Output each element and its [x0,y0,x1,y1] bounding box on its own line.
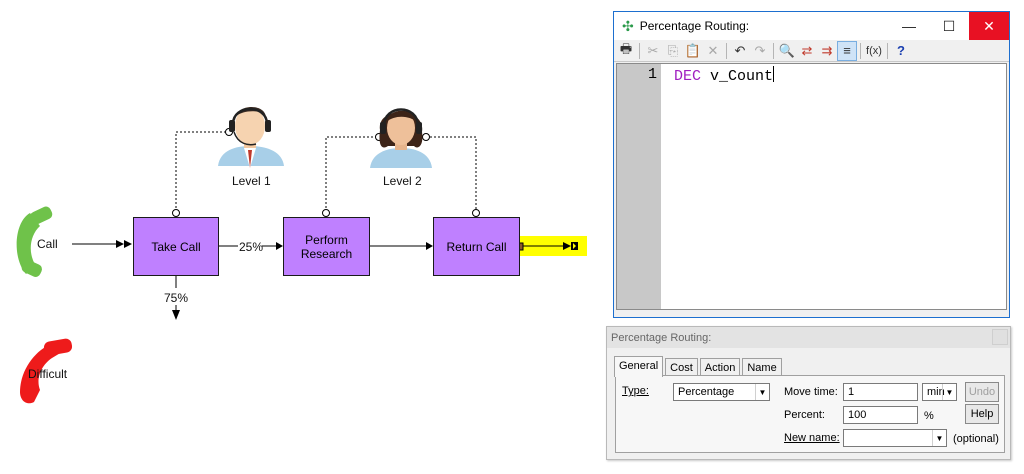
logic-editor-window: ✣ Percentage Routing: — ☐ ✕ 🖶 ✂ ⎘ 📋 ✕ ↶ … [613,11,1010,318]
type-label: Type: [622,385,649,397]
code-text: v_Count [701,68,774,85]
code-line[interactable]: DEC v_Count [674,66,775,85]
goto-icon[interactable]: ⇉ [817,41,837,61]
activity-label: Return Call [446,239,507,254]
minimize-button[interactable]: — [889,12,929,40]
editor-toolbar: 🖶 ✂ ⎘ 📋 ✕ ↶ ↷ 🔍 ⇄ ⇉ ≡ f(x) ? [614,40,1009,62]
redo-icon[interactable]: ↷ [750,41,770,61]
help-icon[interactable]: ? [891,41,911,61]
call-label: Call [37,237,58,251]
editor-titlebar[interactable]: ✣ Percentage Routing: — ☐ ✕ [614,12,1009,40]
activity-label: Perform [305,232,348,247]
undo-button[interactable]: Undo [965,382,999,402]
help-button[interactable]: Help [965,404,999,424]
print-icon[interactable]: 🖶 [616,41,636,61]
maximize-button[interactable]: ☐ [929,12,969,40]
panel-titlebar[interactable]: Percentage Routing: [607,327,1010,348]
replace-icon[interactable]: ⇄ [797,41,817,61]
panel-title: Percentage Routing: [611,331,712,344]
type-select[interactable]: Percentage ▼ [673,383,770,401]
general-tab-pane: Type: Percentage ▼ Move time: 1 min ▼ Un… [615,375,1005,453]
cut-icon[interactable]: ✂ [643,41,663,61]
code-keyword: DEC [674,68,702,85]
tab-bar: General Cost Action Name [614,356,784,377]
code-editor[interactable]: 1 DEC v_Count [616,63,1007,310]
activity-return-call[interactable]: Return Call [433,217,520,276]
arrow-head [116,240,124,248]
text-caret [773,66,775,82]
chevron-down-icon: ▼ [932,430,946,446]
function-icon[interactable]: f(x) [864,41,884,61]
logic-app-icon: ✣ [622,17,634,34]
activity-take-call[interactable]: Take Call [133,217,219,276]
chevron-down-icon: ▼ [755,384,769,400]
level1-label: Level 1 [232,174,271,188]
copy-icon[interactable]: ⎘ [663,41,683,61]
delete-icon[interactable]: ✕ [703,41,723,61]
paste-icon[interactable]: 📋 [683,41,703,61]
level2-label: Level 2 [383,174,422,188]
type-value: Percentage [678,386,735,398]
undo-icon[interactable]: ↶ [730,41,750,61]
tab-general[interactable]: General [614,356,664,377]
tab-action[interactable]: Action [699,358,741,376]
panel-close-button[interactable] [992,329,1008,345]
activity-label: Research [300,246,353,261]
routing-properties-panel: Percentage Routing: General Cost Action … [606,326,1011,460]
percent-input[interactable]: 100 [843,406,918,424]
new-name-label: New name: [784,432,840,444]
time-unit-select[interactable]: min ▼ [922,383,957,401]
line-gutter: 1 [617,64,661,309]
difficult-label: Difficult [28,367,68,381]
optional-label: (optional) [953,433,999,445]
format-icon[interactable]: ≡ [837,40,857,61]
route-percent-label[interactable]: 25% [239,240,263,254]
percent-label: Percent: [784,409,825,421]
line-number: 1 [647,66,657,83]
level1-agent-icon[interactable] [218,106,284,168]
move-time-input[interactable]: 1 [843,383,918,401]
percent-sign: % [924,410,934,422]
tab-name[interactable]: Name [742,358,782,376]
route-percent-label[interactable]: 75% [164,291,188,305]
new-name-select[interactable]: ▼ [843,429,947,447]
activity-perform-research[interactable]: Perform Research [283,217,370,276]
tab-cost[interactable]: Cost [665,358,698,376]
editor-title: Percentage Routing: [639,19,750,33]
move-time-label: Move time: [784,386,838,398]
chevron-down-icon: ▼ [942,384,956,400]
find-icon[interactable]: 🔍 [777,41,797,61]
activity-label: Take Call [151,239,201,254]
close-button[interactable]: ✕ [969,12,1009,40]
